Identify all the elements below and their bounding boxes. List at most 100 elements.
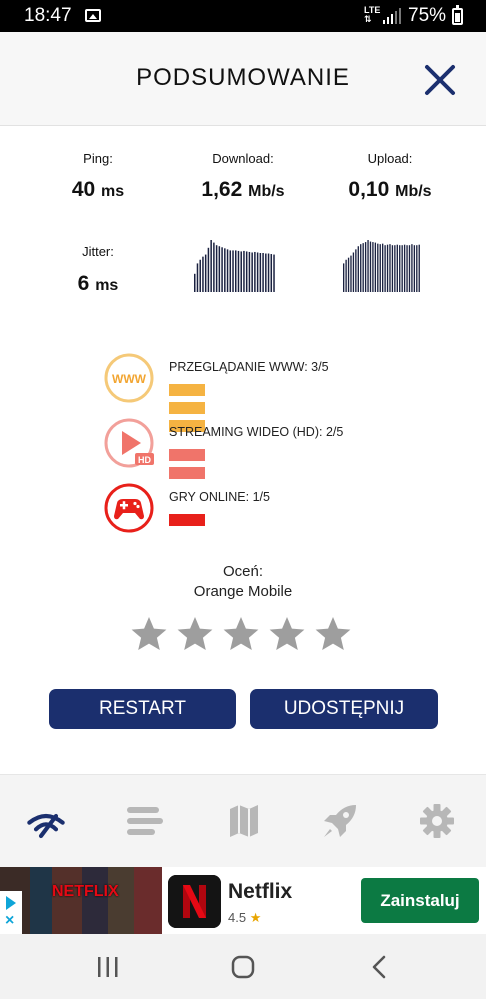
download-value: 1,62 Mb/s — [201, 178, 285, 201]
summary-header: PODSUMOWANIE — [0, 32, 486, 126]
video-play-icon: HD — [104, 418, 154, 468]
graph-bar — [194, 273, 196, 292]
graph-bar — [401, 245, 403, 292]
graph-bar — [224, 248, 226, 292]
graph-bar — [347, 257, 350, 292]
download-speed-graph — [194, 240, 275, 292]
battery-percent: 75% — [408, 5, 447, 26]
install-button[interactable]: Zainstaluj — [361, 878, 479, 923]
graph-bar — [262, 253, 264, 292]
graph-bar — [391, 245, 394, 292]
www-icon: WWW — [104, 353, 154, 403]
graph-bar — [362, 243, 364, 292]
graph-bar — [213, 242, 215, 292]
graph-bar — [364, 242, 367, 292]
graph-bar — [226, 249, 229, 292]
graph-bar — [273, 254, 275, 292]
graph-bar — [265, 253, 267, 292]
rating-bar-segment — [169, 467, 205, 479]
star-3-icon[interactable] — [222, 615, 260, 653]
close-icon[interactable] — [423, 63, 457, 97]
graph-bar — [243, 250, 245, 292]
graph-bar — [350, 255, 352, 292]
share-button[interactable]: UDOSTĘPNIJ — [250, 689, 438, 729]
graph-bar — [374, 242, 377, 292]
graph-bar — [345, 259, 347, 292]
graph-bar — [221, 247, 223, 292]
graph-bar — [343, 263, 345, 292]
graph-bar — [369, 241, 372, 292]
rating-bar-segment — [169, 402, 205, 414]
recent-apps-icon[interactable] — [93, 954, 123, 980]
graph-bar — [218, 246, 221, 292]
upload-label: Upload: — [367, 151, 413, 166]
status-bar: 18:47 LTE ⇅ 75% — [0, 0, 486, 32]
rating-bars — [169, 383, 212, 432]
ad-choices-icon[interactable]: × — [0, 891, 22, 934]
graph-bar — [256, 252, 259, 292]
star-4-icon[interactable] — [268, 615, 306, 653]
graph-bar — [202, 256, 204, 292]
graph-bar — [352, 252, 355, 292]
graph-bar — [355, 249, 357, 292]
graph-bar — [254, 251, 256, 292]
graph-bar — [207, 247, 210, 292]
graph-bar — [199, 259, 201, 292]
rating-bar-segment — [169, 449, 205, 461]
summary-content: Ping: 40 ms Download: 1,62 Mb/s Upload: … — [0, 126, 486, 774]
graph-bar — [408, 245, 411, 292]
jitter-value: 6 ms — [77, 272, 119, 295]
gallery-notification-icon — [85, 9, 101, 22]
network-type: LTE ⇅ — [364, 5, 381, 24]
rate-label: Oceń: — [222, 563, 264, 580]
graph-bar — [235, 250, 237, 292]
home-icon[interactable] — [228, 954, 258, 980]
ad-banner[interactable]: NETFLIX × Netflix 4.5 ★ Zainstaluj — [0, 867, 486, 934]
graph-bar — [237, 250, 240, 292]
graph-bar — [259, 253, 262, 292]
star-2-icon[interactable] — [176, 615, 214, 653]
graph-bar — [377, 243, 379, 292]
rating-label: PRZEGLĄDANIE WWW: 3/5 — [169, 360, 329, 374]
restart-button[interactable]: RESTART — [49, 689, 236, 729]
ad-image[interactable]: NETFLIX — [0, 867, 162, 934]
graph-bar — [386, 244, 389, 292]
graph-bar — [406, 245, 408, 292]
rating-bars — [169, 448, 212, 479]
graph-bar — [196, 263, 199, 292]
graph-bar — [367, 240, 369, 292]
signal-strength-icon — [383, 8, 401, 24]
rocket-icon[interactable] — [320, 803, 360, 839]
graph-bar — [403, 244, 406, 292]
speed-test-icon[interactable] — [26, 803, 66, 839]
graph-bar — [204, 254, 207, 292]
rating-bar-segment — [169, 514, 205, 526]
settings-icon[interactable] — [417, 803, 457, 839]
graph-bar — [232, 250, 234, 292]
page-title: PODSUMOWANIE — [136, 64, 350, 91]
results-list-icon[interactable] — [125, 803, 165, 839]
graph-bar — [270, 254, 273, 292]
operator-name: Orange Mobile — [193, 583, 293, 600]
system-navigation-bar — [0, 934, 486, 999]
graph-bar — [384, 245, 386, 292]
status-time: 18:47 — [24, 5, 72, 26]
graph-bar — [245, 251, 248, 292]
rating-star-icon: ★ — [249, 910, 262, 925]
graph-bar — [215, 245, 218, 292]
graph-bar — [210, 240, 212, 292]
ping-label: Ping: — [83, 151, 113, 166]
graph-bar — [372, 242, 374, 292]
star-1-icon[interactable] — [130, 615, 168, 653]
map-icon[interactable] — [224, 803, 264, 839]
netflix-logo[interactable] — [168, 875, 221, 928]
svg-text:WWW: WWW — [112, 372, 147, 386]
graph-bar — [267, 253, 270, 292]
star-rating[interactable] — [130, 615, 360, 653]
back-icon[interactable] — [365, 954, 395, 980]
star-5-icon[interactable] — [314, 615, 352, 653]
graph-bar — [396, 244, 398, 292]
download-label: Download: — [212, 151, 274, 166]
ad-app-rating: 4.5 ★ — [228, 910, 262, 925]
rating-bars — [169, 513, 212, 526]
